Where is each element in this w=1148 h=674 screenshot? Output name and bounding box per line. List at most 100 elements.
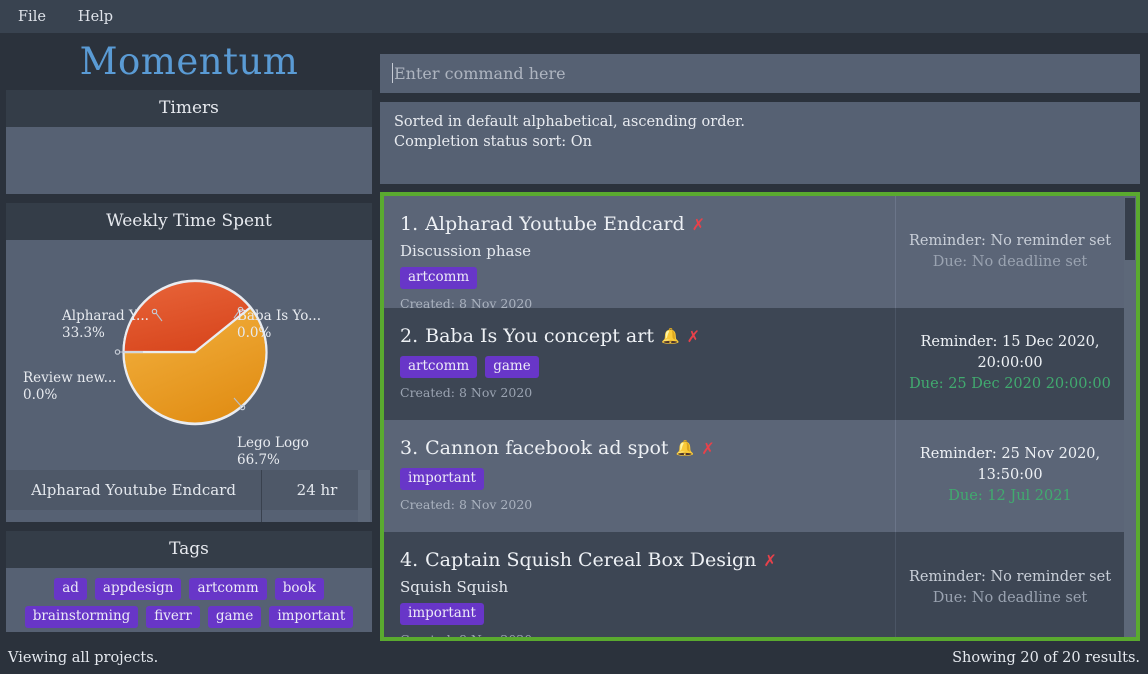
time-row-name: Baba Is You concept art xyxy=(6,509,262,522)
delete-x-icon[interactable]: ✗ xyxy=(701,436,714,461)
completion-sort-text: Completion status sort: On xyxy=(394,133,592,150)
task-title-row: 3. Cannon facebook ad spot 🔔 ✗ xyxy=(400,436,895,461)
reminder-bell-icon: 🔔 xyxy=(675,438,695,457)
delete-x-icon[interactable]: ✗ xyxy=(687,324,700,349)
status-bar: Viewing all projects. Showing 20 of 20 r… xyxy=(0,641,1148,674)
task-meta: Reminder: 25 Nov 2020, 13:50:00 Due: 12 … xyxy=(896,420,1124,532)
tag-chip[interactable]: important xyxy=(400,602,484,625)
tag-chip[interactable]: important xyxy=(400,467,484,490)
task-title: Cannon facebook ad spot xyxy=(425,436,669,459)
table-row[interactable]: Baba Is You concept art 0 min xyxy=(6,509,372,522)
menu-bar: File Help xyxy=(0,0,1148,33)
task-row[interactable]: 3. Cannon facebook ad spot 🔔 ✗ important… xyxy=(384,419,1124,532)
time-row-name: Alpharad Youtube Endcard xyxy=(6,469,262,510)
info-panel: Sorted in default alphabetical, ascendin… xyxy=(380,101,1140,184)
task-due: Due: No deadline set xyxy=(932,253,1088,270)
timers-panel-title: Timers xyxy=(6,89,372,127)
app-body: Momentum Timers Weekly Time Spent Alphar… xyxy=(0,33,1148,641)
task-title-row: 1. Alpharad Youtube Endcard ✗ xyxy=(400,212,895,237)
tag-chip[interactable]: game xyxy=(207,605,262,628)
task-main: 1. Alpharad Youtube Endcard ✗ Discussion… xyxy=(384,195,896,311)
task-created-date: Created: 8 Nov 2020 xyxy=(400,384,533,400)
sidebar: Momentum Timers Weekly Time Spent Alphar… xyxy=(0,33,378,641)
pie-label-review: Review new... 0.0% xyxy=(23,369,117,403)
task-description: Squish Squish xyxy=(400,577,509,596)
task-created-date: Created: 8 Nov 2020 xyxy=(400,496,533,512)
tag-chip[interactable]: ad xyxy=(54,577,87,600)
tag-chip[interactable]: fiverr xyxy=(146,605,200,628)
task-reminder: Reminder: 25 Nov 2020, 13:50:00 xyxy=(919,446,1101,484)
task-reminder: Reminder: No reminder set xyxy=(908,232,1112,249)
task-title: Alpharad Youtube Endcard xyxy=(425,212,685,235)
reminder-bell-icon: 🔔 xyxy=(660,326,680,345)
main-content: Enter command here Sorted in default alp… xyxy=(378,33,1148,641)
task-title-row: 2. Baba Is You concept art 🔔 ✗ xyxy=(400,324,895,349)
task-main: 4. Captain Squish Cereal Box Design ✗ Sq… xyxy=(384,531,896,637)
task-index: 1. xyxy=(400,212,419,235)
timers-panel-body xyxy=(6,126,372,194)
pie-label-lego: Lego Logo 66.7% xyxy=(237,434,309,468)
tags-panel-title: Tags xyxy=(6,530,372,568)
tag-chip[interactable]: game xyxy=(485,355,539,378)
tag-chip[interactable]: important xyxy=(269,605,354,628)
task-meta: Reminder: 15 Dec 2020, 20:00:00 Due: 25 … xyxy=(896,308,1124,420)
task-title: Baba Is You concept art xyxy=(425,324,654,347)
task-main: 3. Cannon facebook ad spot 🔔 ✗ important… xyxy=(384,419,896,532)
task-reminder: Reminder: No reminder set xyxy=(908,568,1112,585)
task-tag-list: important xyxy=(400,467,895,490)
task-row[interactable]: 4. Captain Squish Cereal Box Design ✗ Sq… xyxy=(384,531,1124,637)
task-title: Captain Squish Cereal Box Design xyxy=(425,548,757,571)
tag-chip[interactable]: artcomm xyxy=(400,355,478,378)
tags-panel: Tags ad appdesign artcomm book brainstor… xyxy=(6,530,372,632)
pie-label-alpharad: Alpharad Y... 33.3% xyxy=(62,307,149,341)
task-created-date: Created: 8 Nov 2020 xyxy=(400,632,895,637)
command-input[interactable]: Enter command here xyxy=(380,54,1140,93)
task-tag-list: artcomm game xyxy=(400,355,895,378)
task-list-scrollbar-thumb[interactable] xyxy=(1125,197,1135,260)
task-meta: Reminder: No reminder set Due: No deadli… xyxy=(896,532,1124,637)
task-index: 3. xyxy=(400,436,419,459)
time-table-scrollbar-thumb[interactable] xyxy=(356,473,368,501)
task-index: 4. xyxy=(400,548,419,571)
weekly-time-panel: Weekly Time Spent Alpharad Y... 33.3% Ba… xyxy=(6,202,372,522)
table-row[interactable]: Alpharad Youtube Endcard 24 hr xyxy=(6,469,372,510)
tag-chip[interactable]: artcomm xyxy=(400,266,478,289)
task-meta: Reminder: No reminder set Due: No deadli… xyxy=(896,196,1124,308)
command-input-placeholder: Enter command here xyxy=(394,63,566,83)
weekly-time-table[interactable]: Alpharad Youtube Endcard 24 hr Baba Is Y… xyxy=(6,469,372,522)
task-list-container: 1. Alpharad Youtube Endcard ✗ Discussion… xyxy=(380,191,1140,641)
tag-chip[interactable]: appdesign xyxy=(94,577,182,600)
task-due: Due: 25 Dec 2020 20:00:00 xyxy=(909,376,1111,393)
delete-x-icon[interactable]: ✗ xyxy=(763,548,776,573)
pie-label-baba: Baba Is Yo... 0.0% xyxy=(237,307,322,341)
task-list-scrollbar[interactable] xyxy=(1124,195,1136,637)
tag-chip[interactable]: artcomm xyxy=(189,577,267,600)
app-title: Momentum xyxy=(79,39,299,83)
task-reminder: Reminder: 15 Dec 2020, 20:00:00 xyxy=(920,334,1100,372)
task-main: 2. Baba Is You concept art 🔔 ✗ artcomm g… xyxy=(384,307,896,420)
task-row[interactable]: 1. Alpharad Youtube Endcard ✗ Discussion… xyxy=(384,195,1124,311)
task-index: 2. xyxy=(400,324,419,347)
weekly-time-pie-chart: Alpharad Y... 33.3% Baba Is Yo... 0.0% R… xyxy=(6,239,372,470)
task-tag-list: important xyxy=(400,602,895,625)
task-row[interactable]: 2. Baba Is You concept art 🔔 ✗ artcomm g… xyxy=(384,307,1124,420)
task-due: Due: 12 Jul 2021 xyxy=(948,488,1072,505)
menu-help[interactable]: Help xyxy=(78,9,113,25)
status-right-text: Showing 20 of 20 results. xyxy=(952,649,1140,666)
time-row-value: 0 min xyxy=(262,521,372,522)
time-table-scrollbar[interactable] xyxy=(356,469,370,522)
task-list: 1. Alpharad Youtube Endcard ✗ Discussion… xyxy=(384,195,1124,637)
pie-chart-svg xyxy=(114,279,268,425)
tag-list: ad appdesign artcomm book brainstorming … xyxy=(14,577,364,628)
status-left-text: Viewing all projects. xyxy=(8,649,159,666)
delete-x-icon[interactable]: ✗ xyxy=(692,212,705,237)
weekly-time-panel-title: Weekly Time Spent xyxy=(6,202,372,240)
text-caret xyxy=(392,63,393,84)
tag-chip[interactable]: book xyxy=(274,577,324,600)
task-description: Discussion phase xyxy=(400,241,532,260)
timers-panel: Timers xyxy=(6,89,372,194)
menu-file[interactable]: File xyxy=(18,9,46,25)
tag-chip[interactable]: brainstorming xyxy=(24,605,139,628)
task-tag-list: artcomm xyxy=(400,266,895,289)
tags-panel-body: ad appdesign artcomm book brainstorming … xyxy=(6,567,372,632)
